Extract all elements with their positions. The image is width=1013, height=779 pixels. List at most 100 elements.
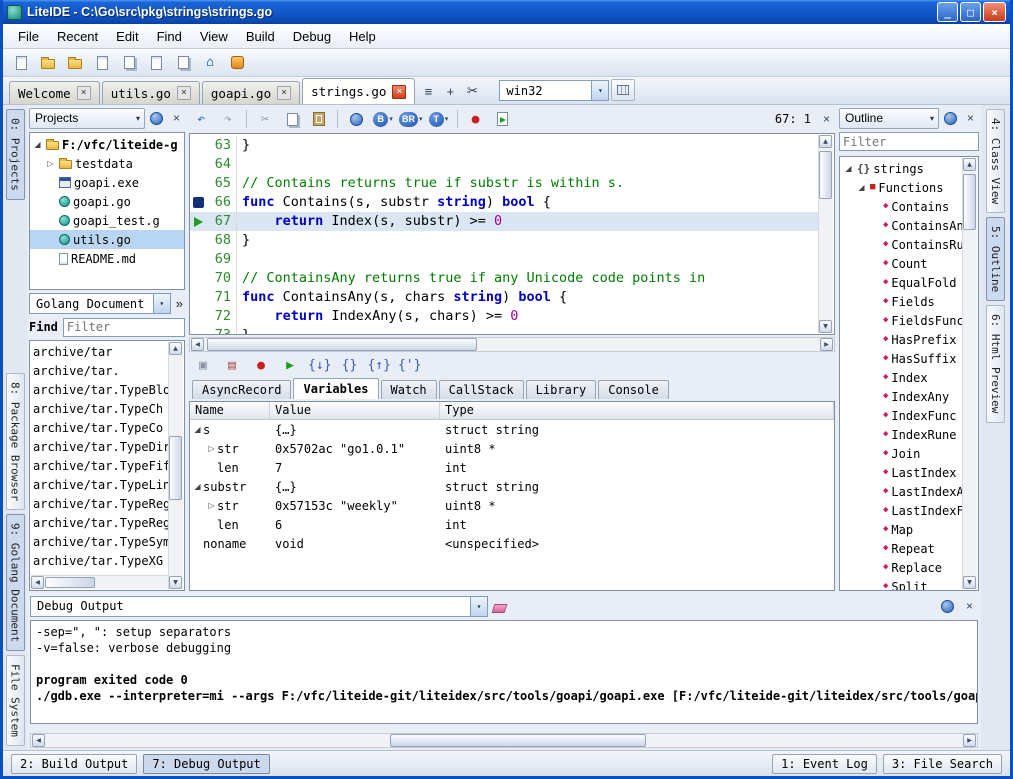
tree-item-goapi-test-g[interactable]: goapi_test.g — [30, 211, 184, 230]
doc-item-archive-tar-typelin[interactable]: archive/tar.TypeLin — [33, 476, 168, 495]
tree-item-goapi-go[interactable]: goapi.go — [30, 192, 184, 211]
close-icon[interactable]: × — [168, 110, 185, 127]
tab-console[interactable]: Console — [598, 380, 669, 399]
scroll-up-icon[interactable]: ▲ — [169, 342, 182, 355]
outline-item-hasprefix[interactable]: ◆HasPrefix — [841, 330, 964, 349]
scroll-thumb[interactable] — [207, 338, 477, 351]
expander-icon[interactable]: ◢ — [843, 164, 854, 173]
show-current-line-button[interactable]: ▤ — [220, 353, 244, 377]
tab-variables[interactable]: Variables — [293, 378, 378, 399]
tree-item-testdata[interactable]: ▷testdata — [30, 154, 184, 173]
status-3-file-search[interactable]: 3: File Search — [883, 754, 1002, 774]
stop-debug-button[interactable]: ▣ — [191, 353, 215, 377]
outline-item-map[interactable]: ◆Map — [841, 520, 964, 539]
file-tab-welcome[interactable]: Welcome× — [9, 81, 100, 104]
options-button[interactable] — [225, 51, 249, 75]
tree-item-utils-go[interactable]: utils.go — [30, 230, 184, 249]
open-file-button[interactable] — [36, 51, 60, 75]
start-debug-button[interactable] — [491, 107, 515, 131]
dock-tab-0-projects[interactable]: 0: Projects — [6, 109, 25, 200]
doc-item-archive-tar-typedir[interactable]: archive/tar.TypeDir — [33, 438, 168, 457]
more-button[interactable]: » — [174, 296, 185, 311]
close-icon[interactable]: × — [961, 598, 978, 615]
outline-item-index[interactable]: ◆Index — [841, 368, 964, 387]
build-combo[interactable]: B▾ — [371, 107, 395, 131]
close-tab-icon[interactable]: × — [392, 85, 406, 99]
scroll-thumb[interactable] — [963, 174, 976, 230]
maximize-button[interactable]: □ — [960, 2, 981, 22]
scroll-down-icon[interactable]: ▼ — [819, 320, 832, 333]
projects-combo[interactable]: Projects ▾ — [29, 108, 145, 129]
target-combo[interactable]: win32 ▾ — [499, 80, 609, 101]
scroll-left-icon[interactable]: ◀ — [32, 734, 45, 747]
doc-list-hscrollbar[interactable]: ◀ — [31, 575, 168, 589]
doc-item-archive-tar[interactable]: archive/tar — [33, 343, 168, 362]
doc-item-archive-tar-typeco[interactable]: archive/tar.TypeCo — [33, 419, 168, 438]
expander-icon[interactable]: ◢ — [192, 482, 203, 491]
tree-item-f-vfc-liteide-g[interactable]: ◢F:/vfc/liteide-g — [30, 135, 184, 154]
variable-row-substr[interactable]: ◢substr{…}struct string — [190, 477, 834, 496]
continue-button[interactable]: ▶ — [278, 353, 302, 377]
tree-item-goapi-exe[interactable]: goapi.exe — [30, 173, 184, 192]
doc-item-archive-tar-typeblo[interactable]: archive/tar.TypeBlo — [33, 381, 168, 400]
outline-item-count[interactable]: ◆Count — [841, 254, 964, 273]
doc-list-vscrollbar[interactable]: ▲ ▼ — [168, 342, 183, 589]
outline-item-repeat[interactable]: ◆Repeat — [841, 539, 964, 558]
close-button[interactable]: × — [983, 2, 1006, 22]
paste-button[interactable] — [307, 107, 331, 131]
tab-library[interactable]: Library — [526, 380, 597, 399]
split-tab-button[interactable]: + — [439, 80, 461, 102]
menu-find[interactable]: Find — [148, 26, 191, 47]
expander-icon[interactable]: ▷ — [45, 159, 56, 168]
debug-output-text[interactable]: -sep=", ": setup separators -v=false: ve… — [30, 620, 978, 724]
dock-tab-4-class-view[interactable]: 4: Class View — [986, 109, 1005, 213]
scroll-down-icon[interactable]: ▼ — [169, 576, 182, 589]
open-project-button[interactable] — [63, 51, 87, 75]
editor-line-67[interactable]: 67 return Index(s, substr) >= 0 — [190, 212, 818, 231]
menu-edit[interactable]: Edit — [107, 26, 147, 47]
reload-file-button[interactable] — [144, 51, 168, 75]
dock-tab-file-system[interactable]: File System — [6, 655, 25, 746]
scroll-up-icon[interactable]: ▲ — [963, 158, 976, 171]
variable-row-s[interactable]: ◢s{…}struct string — [190, 420, 834, 439]
editor-line-71[interactable]: 71func ContainsAny(s, chars string) bool… — [190, 288, 818, 307]
outline-item-strings[interactable]: ◢{}strings — [841, 159, 964, 178]
menu-debug[interactable]: Debug — [284, 26, 340, 47]
editor-line-73[interactable]: 73} — [190, 326, 818, 335]
expander-icon[interactable]: ▷ — [206, 501, 217, 510]
doc-item-archive-tar-typefifo[interactable]: archive/tar.TypeFifo — [33, 457, 168, 476]
doc-item-archive-tar-typesym[interactable]: archive/tar.TypeSym — [33, 533, 168, 552]
expander-icon[interactable]: ◢ — [192, 425, 203, 434]
new-file-button[interactable] — [9, 51, 33, 75]
copy-button[interactable] — [280, 107, 304, 131]
gear-icon[interactable] — [942, 110, 959, 127]
tab-callstack[interactable]: CallStack — [439, 380, 524, 399]
outline-item-lastindex[interactable]: ◆LastIndex — [841, 463, 964, 482]
scroll-right-icon[interactable]: ▶ — [820, 338, 833, 351]
step-over-button[interactable]: {} — [337, 353, 361, 377]
outline-item-fields[interactable]: ◆Fields — [841, 292, 964, 311]
gear-icon[interactable] — [939, 598, 956, 615]
home-button[interactable]: ⌂ — [198, 51, 222, 75]
cut-button[interactable]: ✂ — [253, 107, 277, 131]
file-tab-strings-go[interactable]: strings.go× — [302, 78, 415, 104]
output-combo[interactable]: Debug Output ▾ — [30, 596, 488, 617]
variable-row-str[interactable]: ▷str0x5702ac "go1.0.1"uint8 * — [190, 439, 834, 458]
editor-line-68[interactable]: 68} — [190, 231, 818, 250]
editor-line-63[interactable]: 63} — [190, 136, 818, 155]
code-editor[interactable]: 63}6465// Contains returns true if subst… — [189, 133, 835, 335]
minimize-button[interactable]: _ — [937, 2, 958, 22]
doc-filter-input[interactable] — [63, 318, 185, 337]
scroll-right-icon[interactable]: ▶ — [963, 734, 976, 747]
scroll-thumb[interactable] — [819, 151, 832, 199]
doc-item-archive-tar-typech[interactable]: archive/tar.TypeCh — [33, 400, 168, 419]
dock-tab-6-html-preview[interactable]: 6: Html Preview — [986, 305, 1005, 422]
outline-item-indexany[interactable]: ◆IndexAny — [841, 387, 964, 406]
editor-hscrollbar[interactable]: ◀ ▶ — [189, 337, 835, 352]
outline-item-containsrune[interactable]: ◆ContainsRune — [841, 235, 964, 254]
run-to-line-button[interactable]: {'} — [397, 353, 422, 377]
save-all-button[interactable] — [117, 51, 141, 75]
undo-button[interactable]: ↶ — [189, 107, 213, 131]
outline-combo[interactable]: Outline ▾ — [839, 108, 939, 129]
doc-item-archive-tar-typexg[interactable]: archive/tar.TypeXG — [33, 552, 168, 571]
